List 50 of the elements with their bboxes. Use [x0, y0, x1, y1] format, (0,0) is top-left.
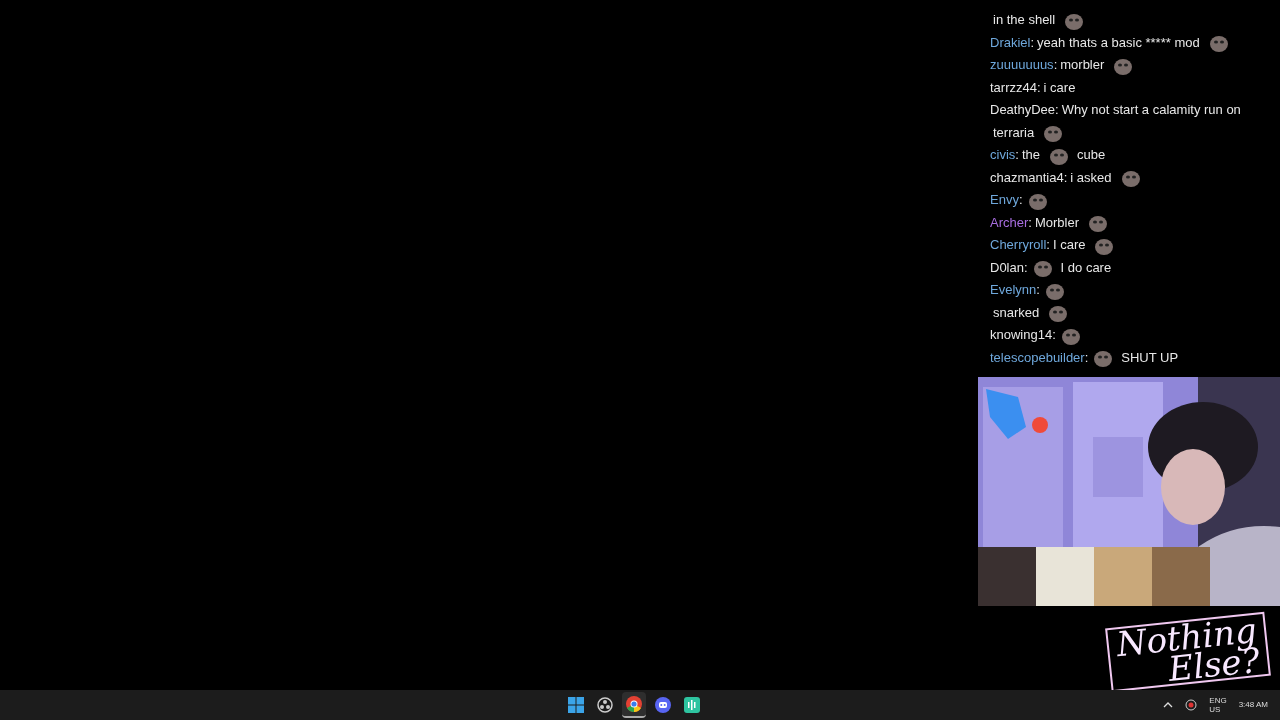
chat-message: in the shell [993, 11, 1056, 29]
colon: : [1053, 57, 1058, 72]
colon: : [1084, 349, 1089, 365]
clock[interactable]: 3:48 AM [1238, 699, 1268, 711]
chat-message: yeah thats a basic ***** mod [1037, 33, 1200, 52]
chat-username[interactable]: chazmantia4 [990, 169, 1064, 185]
colon: : [1018, 192, 1023, 207]
chat-message: cube [1077, 146, 1106, 164]
chat-username[interactable]: telescopebuilder [990, 349, 1085, 365]
emote-icon [1207, 33, 1230, 54]
colon: : [1036, 79, 1041, 95]
browser-icon [626, 696, 642, 712]
emote-icon [1047, 303, 1070, 324]
chevron-up-icon[interactable] [1163, 702, 1174, 708]
colon: : [1028, 214, 1032, 230]
emote-icon [1031, 258, 1054, 279]
emote-icon [1087, 213, 1109, 234]
chat-message: i care [1043, 78, 1076, 97]
colon: : [1036, 282, 1040, 297]
chat-message: SHUT UP [1121, 348, 1179, 367]
colon: : [1052, 327, 1056, 342]
sound-wave-icon [684, 697, 700, 713]
chat-username[interactable]: tarrzz44 [990, 79, 1037, 95]
chat-message: i asked [1070, 168, 1112, 187]
chat-message: the [1021, 146, 1040, 164]
colon: : [1055, 102, 1059, 117]
chat-message: morbler [1060, 56, 1105, 74]
chat-message: I care [1052, 236, 1086, 254]
region-indicator[interactable]: US [1209, 705, 1227, 714]
chat-message: Morbler [1034, 213, 1079, 232]
emote-icon [1092, 348, 1115, 369]
emote-icon [1042, 123, 1065, 144]
emote-icon [1119, 168, 1142, 189]
chat-message: terraria [993, 123, 1035, 142]
colon: : [1015, 147, 1019, 162]
colon: : [1023, 259, 1028, 275]
language-indicator[interactable]: ENG [1209, 696, 1227, 705]
colon: : [1046, 237, 1050, 252]
chat-message: Why not start a calamity run on [1061, 101, 1241, 119]
taskbar-app-button[interactable] [622, 692, 646, 718]
colon: : [1063, 169, 1068, 185]
chat-message: snarked [993, 303, 1040, 322]
chat-username[interactable]: Envy [990, 192, 1019, 207]
chat-username[interactable]: zuuuuuuus [990, 57, 1054, 72]
game-controller-icon [655, 697, 671, 713]
chat-message: I do care [1060, 258, 1112, 277]
colon: : [1030, 34, 1035, 50]
chat-username[interactable]: D0lan [990, 259, 1024, 275]
four-squares-icon [568, 697, 584, 713]
circle-logo-icon [597, 697, 613, 713]
